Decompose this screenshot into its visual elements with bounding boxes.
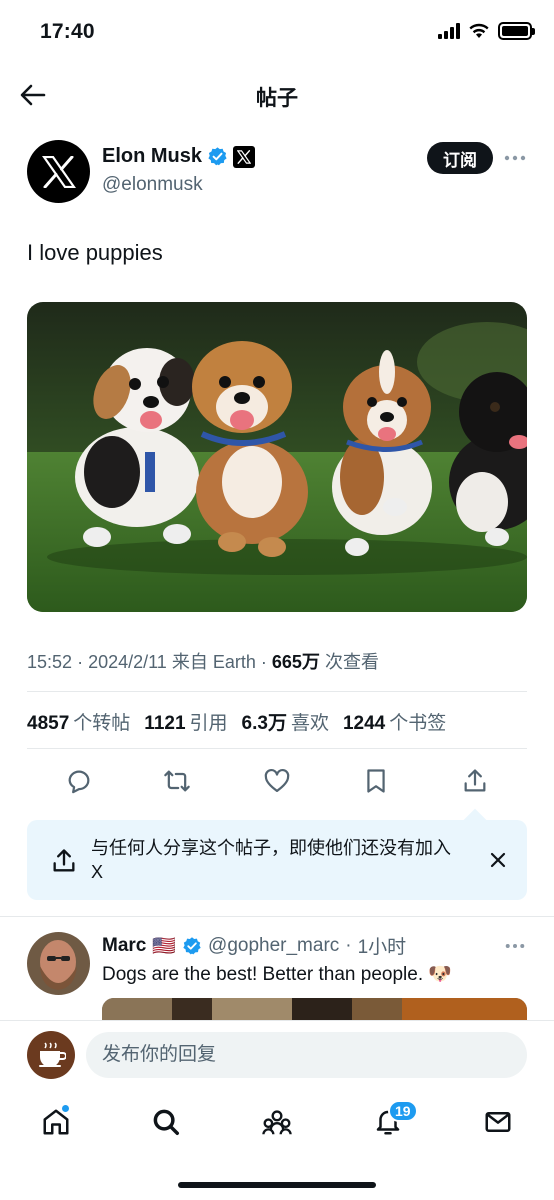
share-tip-text: 与任何人分享这个帖子，即使他们还没有加入 X (91, 838, 451, 882)
likes-count: 6.3万 (241, 713, 287, 734)
share-button[interactable] (460, 766, 490, 796)
post-source-prefix: 来自 (171, 652, 208, 672)
bottom-tab-bar: 19 (0, 1088, 554, 1156)
tab-communities[interactable] (257, 1102, 297, 1142)
likes-label: 喜欢 (290, 713, 329, 734)
reply-header: Marc 🇺🇸 @gopher_marc · 1小时 (102, 932, 406, 959)
x-affiliate-badge-icon (233, 145, 256, 168)
author-name-row: Elon Musk (102, 145, 256, 168)
author-avatar[interactable] (27, 140, 90, 203)
verified-badge-icon (208, 147, 227, 166)
post-views-count: 665万 (271, 652, 320, 672)
tab-messages[interactable] (478, 1102, 518, 1142)
post-image[interactable] (27, 302, 527, 612)
bookmarks-label: 个书签 (389, 713, 447, 734)
bookmark-button[interactable] (361, 766, 391, 796)
page-title: 帖子 (256, 87, 298, 110)
post-meta: 15:52 · 2024/2/11 来自 Earth · 665万 次查看 (27, 652, 379, 672)
post-actions (27, 762, 527, 802)
reply-button[interactable] (64, 766, 94, 796)
communities-icon (262, 1110, 292, 1135)
close-icon (490, 852, 506, 868)
reply-text: Dogs are the best! Better than people. 🐶 (102, 964, 453, 985)
bookmarks-stat[interactable]: 1244 个书签 (343, 708, 446, 735)
post-source: Earth (212, 652, 256, 672)
mail-icon (485, 1112, 511, 1132)
bookmarks-count: 1244 (342, 713, 386, 734)
divider (0, 916, 554, 917)
reply-author-handle[interactable]: @gopher_marc (208, 935, 339, 957)
author-name[interactable]: Elon Musk (102, 145, 202, 168)
quotes-label: 引用 (189, 713, 228, 734)
post-text: I love puppies (27, 240, 163, 265)
subscribe-button[interactable]: 订阅 (427, 142, 493, 174)
reposts-label: 个转帖 (73, 713, 131, 734)
post-stats: 4857 个转帖 1121 引用 6.3万 喜欢 1244 个书签 (27, 708, 446, 735)
flag-usa-icon: 🇺🇸 (152, 935, 177, 957)
tab-search[interactable] (146, 1102, 186, 1142)
share-icon (464, 769, 486, 792)
reply-compose-bar (0, 1020, 554, 1088)
user-avatar[interactable] (27, 1031, 75, 1079)
post-date: 2024/2/11 (88, 652, 167, 672)
divider (27, 691, 527, 692)
verified-badge-icon (183, 936, 201, 954)
home-notification-dot (61, 1104, 70, 1113)
reply-item[interactable]: Marc 🇺🇸 @gopher_marc · 1小时 Dogs are the … (27, 930, 527, 1020)
reply-avatar[interactable] (27, 932, 90, 995)
cellular-signal-icon (438, 23, 460, 39)
post-author: Elon Musk @elonmusk 订阅 (27, 140, 527, 210)
close-button[interactable] (485, 847, 511, 873)
reply-time: 1小时 (357, 937, 407, 958)
reposts-count: 4857 (27, 713, 70, 734)
reply-media[interactable] (102, 998, 527, 1020)
repost-button[interactable] (162, 766, 192, 796)
reply-input[interactable] (86, 1032, 527, 1078)
puppies-photo (27, 302, 527, 612)
quotes-stat[interactable]: 1121 引用 (144, 708, 227, 735)
bookmark-icon (367, 769, 385, 793)
reposts-stat[interactable]: 4857 个转帖 (27, 708, 130, 735)
more-horizontal-icon (505, 944, 525, 948)
status-icons (438, 22, 535, 40)
reply-icon (68, 770, 90, 794)
wifi-icon (469, 23, 489, 38)
share-tip-banner: 与任何人分享这个帖子，即使他们还没有加入 X (27, 820, 527, 900)
post-time: 15:52 (27, 652, 73, 672)
author-handle[interactable]: @elonmusk (102, 174, 203, 196)
tab-home[interactable] (36, 1102, 76, 1142)
notifications-badge: 19 (388, 1100, 418, 1122)
search-icon (153, 1109, 179, 1135)
more-options-button[interactable] (503, 146, 527, 170)
post-views-label[interactable]: 次查看 (325, 652, 379, 672)
quotes-count: 1121 (144, 713, 186, 734)
share-icon (49, 846, 79, 876)
more-horizontal-icon (504, 155, 526, 161)
status-bar: 17:40 (0, 0, 554, 62)
home-indicator (178, 1182, 376, 1188)
likes-stat[interactable]: 6.3万 喜欢 (242, 708, 329, 735)
heart-icon (264, 768, 290, 793)
reply-author-name[interactable]: Marc (102, 935, 146, 957)
x-logo-icon (41, 155, 76, 188)
status-time: 17:40 (40, 20, 95, 43)
tab-notifications[interactable]: 19 (368, 1100, 418, 1142)
coffee-cup-icon (39, 1042, 66, 1067)
like-button[interactable] (262, 766, 292, 796)
reply-more-button[interactable] (503, 934, 527, 958)
top-nav: 帖子 (0, 70, 554, 120)
repost-icon (164, 770, 190, 792)
divider (27, 748, 527, 749)
battery-icon (498, 22, 535, 40)
